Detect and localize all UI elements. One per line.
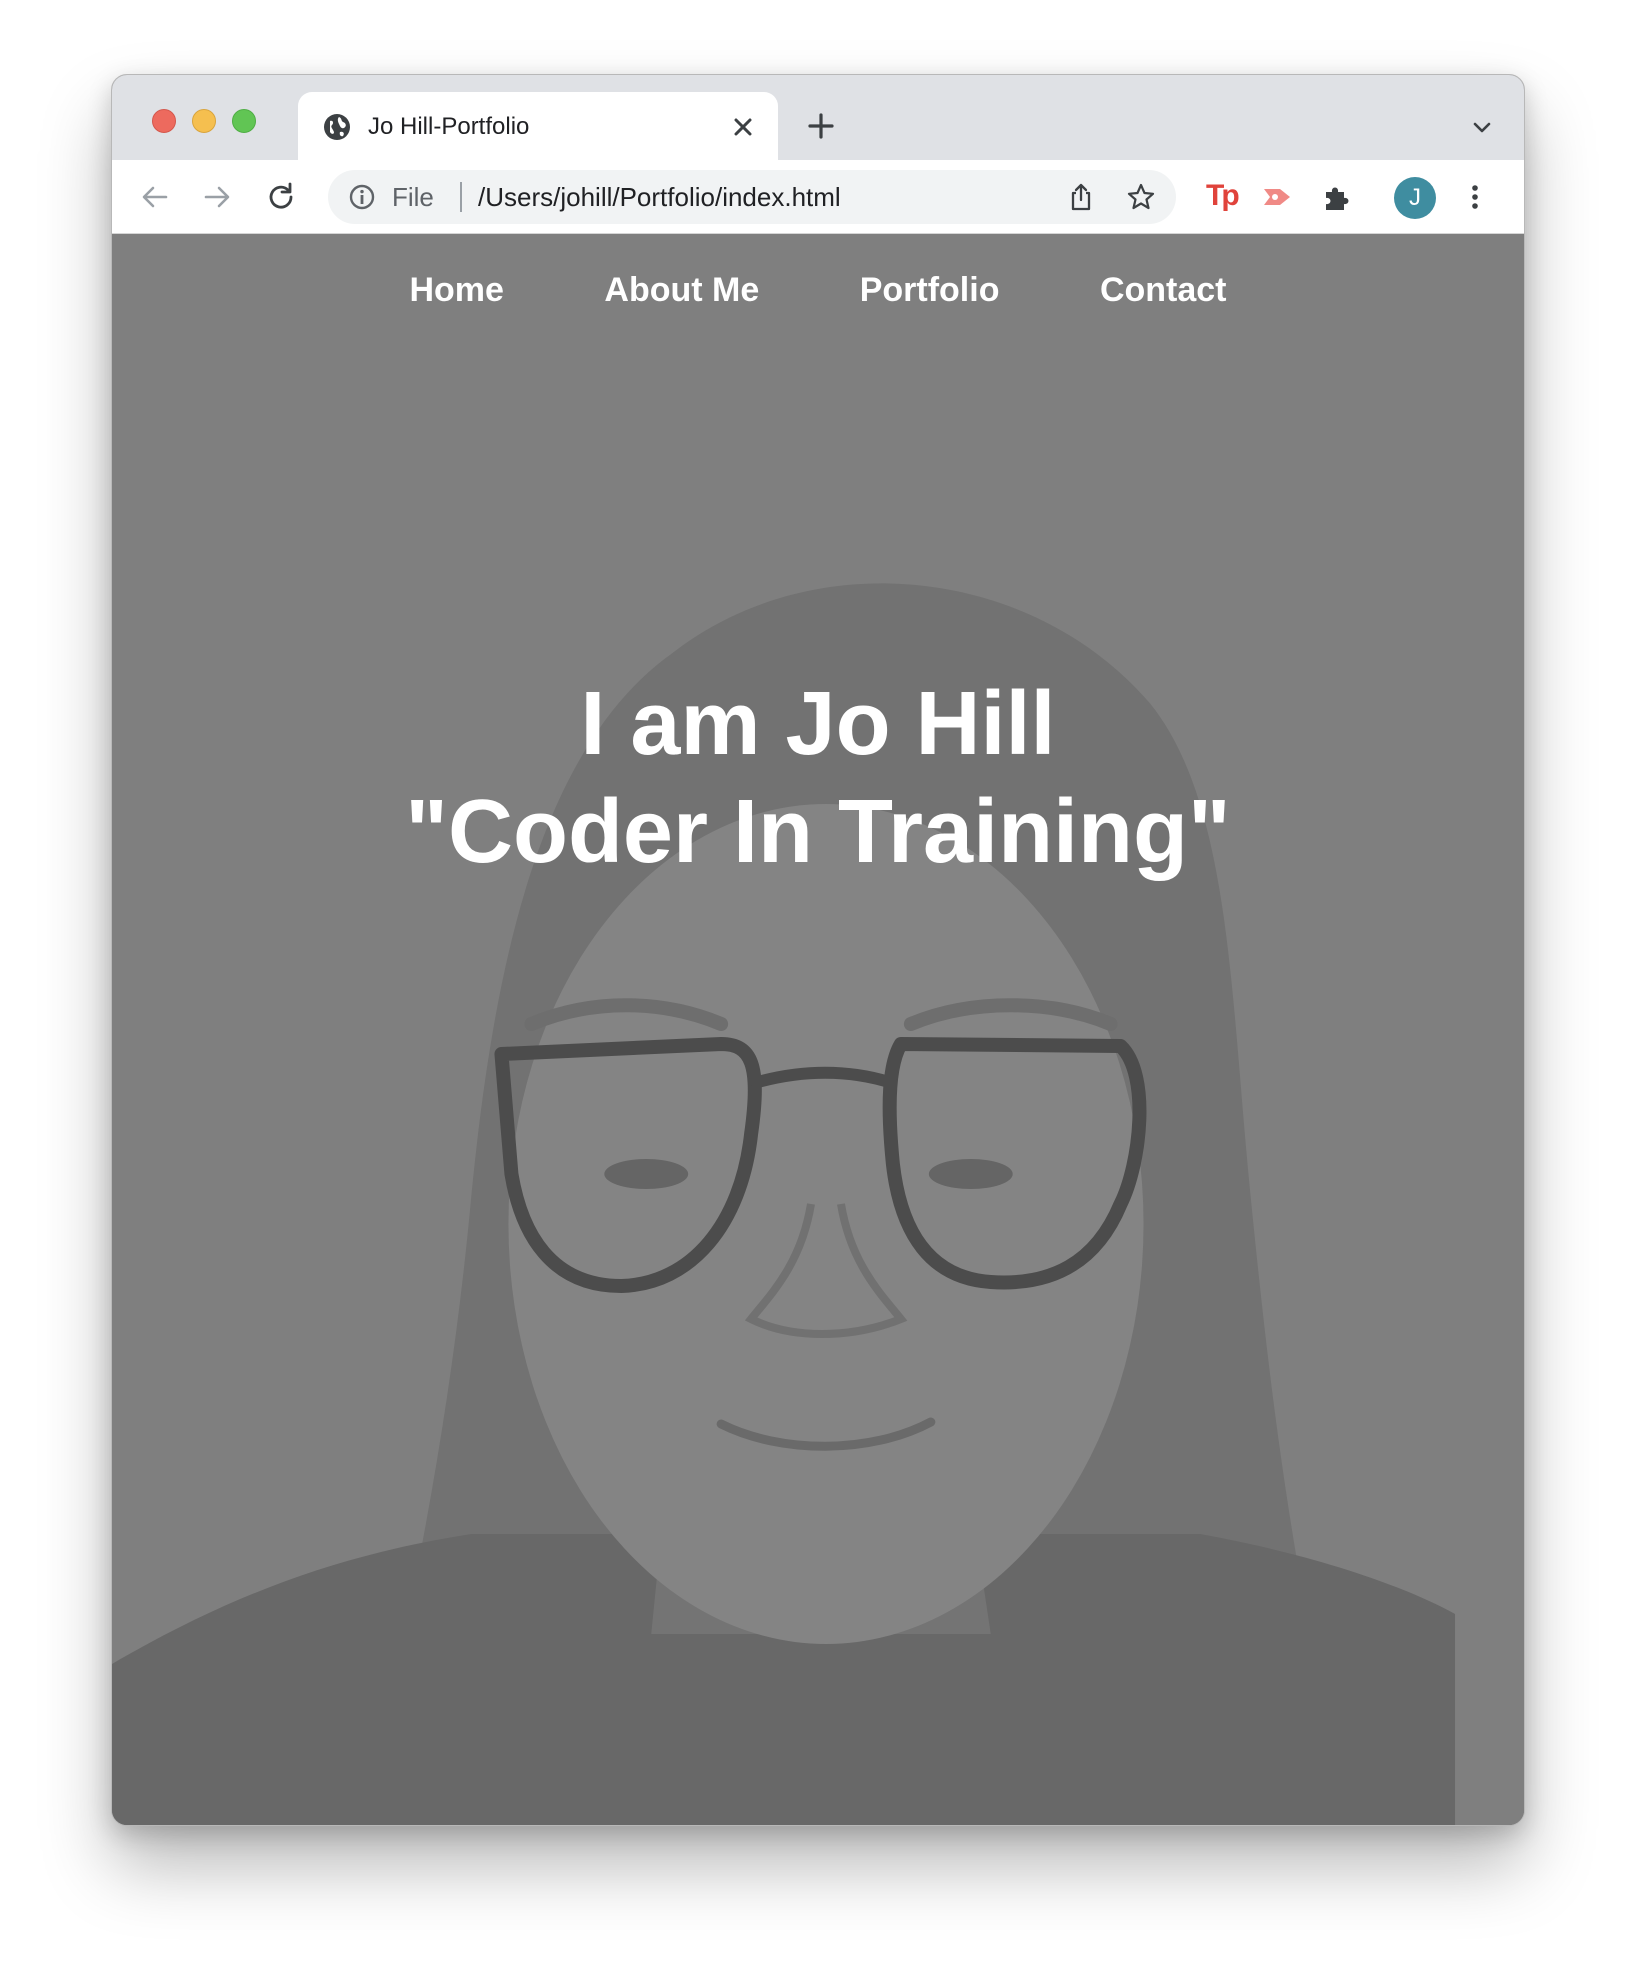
share-icon[interactable] <box>1066 182 1096 212</box>
hero-line-name: I am Jo Hill <box>580 674 1056 774</box>
hero-heading: I am Jo Hill "Coder In Training" <box>112 670 1524 886</box>
tag-extension-icon[interactable] <box>1260 180 1294 214</box>
nav-link-contact[interactable]: Contact <box>1100 270 1227 310</box>
more-vertical-icon[interactable] <box>1458 180 1492 214</box>
globe-icon <box>324 114 350 140</box>
url-text[interactable]: /Users/johill/Portfolio/index.html <box>478 182 841 212</box>
nav-link-about-me[interactable]: About Me <box>604 270 759 310</box>
tab-title: Jo Hill-Portfolio <box>368 113 530 140</box>
back-arrow-icon[interactable] <box>138 180 172 214</box>
hero-line-tagline: "Coder In Training" <box>405 782 1231 882</box>
maximize-window-button[interactable] <box>232 109 256 133</box>
main-nav: Home About Me Portfolio Contact <box>112 270 1524 310</box>
page-content: Home About Me Portfolio Contact I am Jo … <box>112 234 1524 1825</box>
file-scheme-label: File <box>392 182 434 212</box>
background-portrait-image <box>112 234 1524 1825</box>
info-icon[interactable] <box>348 183 376 211</box>
address-bar[interactable]: File /Users/johill/Portfolio/index.html <box>328 170 1176 224</box>
tp-extension-icon[interactable]: Tp <box>1206 178 1240 214</box>
close-window-button[interactable] <box>152 109 176 133</box>
chevron-down-icon[interactable] <box>1470 115 1494 139</box>
active-tab[interactable]: Jo Hill-Portfolio <box>298 92 778 160</box>
bookmark-star-icon[interactable] <box>1126 182 1156 212</box>
profile-avatar[interactable]: J <box>1394 177 1436 219</box>
nav-link-portfolio[interactable]: Portfolio <box>860 270 1000 310</box>
minimize-window-button[interactable] <box>192 109 216 133</box>
toolbar: File /Users/johill/Portfolio/index.html … <box>112 160 1524 234</box>
nav-link-home[interactable]: Home <box>409 270 503 310</box>
address-divider <box>460 182 462 212</box>
browser-window: Jo Hill-Portfolio File /Users/johill/Por… <box>111 74 1525 1826</box>
tab-strip: Jo Hill-Portfolio <box>112 75 1524 160</box>
new-tab-icon[interactable] <box>806 111 836 141</box>
puzzle-extensions-icon[interactable] <box>1320 180 1354 214</box>
reload-icon[interactable] <box>264 180 298 214</box>
forward-arrow-icon[interactable] <box>200 180 234 214</box>
close-tab-icon[interactable] <box>730 114 756 140</box>
